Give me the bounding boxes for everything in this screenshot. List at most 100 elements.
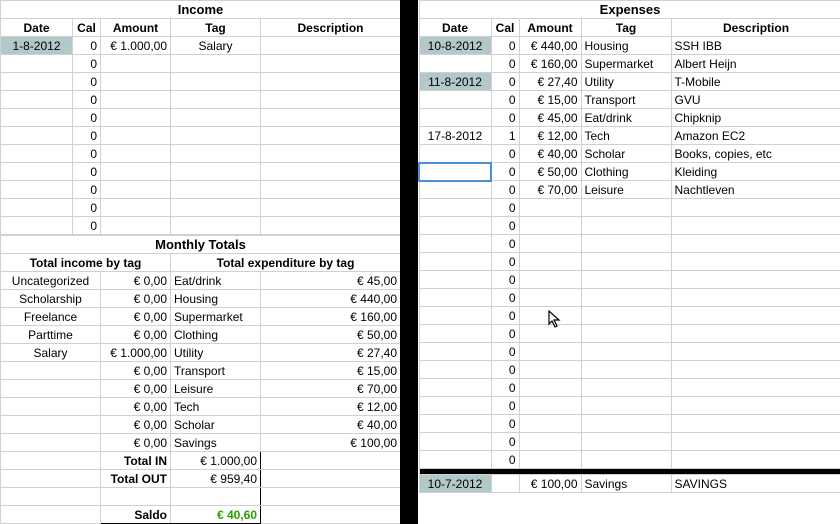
cell[interactable] [419, 397, 491, 415]
income-table[interactable]: IncomeDateCalAmountTagDescription1-8-201… [0, 0, 401, 235]
cell[interactable] [101, 181, 171, 199]
cell[interactable]: Eat/drink [581, 109, 671, 127]
cell[interactable] [671, 253, 840, 271]
cell[interactable]: € 27,40 [519, 73, 581, 91]
cell[interactable] [171, 127, 261, 145]
cell[interactable] [171, 55, 261, 73]
cell[interactable]: € 160,00 [519, 55, 581, 73]
cell[interactable] [171, 217, 261, 235]
cell[interactable]: 0 [73, 217, 101, 235]
col-cal[interactable]: Cal [73, 19, 101, 37]
cell[interactable]: 0 [491, 451, 519, 469]
cell[interactable] [671, 217, 840, 235]
cell[interactable]: € 1.000,00 [101, 344, 171, 362]
cell[interactable]: € 0,00 [101, 362, 171, 380]
cell[interactable] [1, 217, 73, 235]
cell[interactable] [419, 451, 491, 469]
cell[interactable] [1, 127, 73, 145]
cell[interactable] [1, 506, 101, 524]
cell[interactable]: € 0,00 [101, 290, 171, 308]
cell[interactable] [581, 379, 671, 397]
cell[interactable]: 0 [491, 163, 519, 181]
cell[interactable] [101, 199, 171, 217]
cell[interactable] [581, 361, 671, 379]
cell[interactable]: 0 [73, 127, 101, 145]
cell[interactable]: Scholar [581, 145, 671, 163]
cell[interactable]: Chipknip [671, 109, 840, 127]
col-tag[interactable]: Tag [171, 19, 261, 37]
cell[interactable] [419, 235, 491, 253]
cell[interactable] [581, 343, 671, 361]
cell[interactable] [261, 73, 401, 91]
active-cell[interactable] [419, 163, 491, 181]
cell[interactable]: € 0,00 [101, 380, 171, 398]
cell[interactable] [519, 379, 581, 397]
cell[interactable] [419, 379, 491, 397]
cell[interactable]: Freelance [1, 308, 101, 326]
cell[interactable] [171, 488, 261, 506]
cell[interactable]: Utility [171, 344, 261, 362]
cell[interactable]: 0 [491, 271, 519, 289]
expenses-table[interactable]: ExpensesDateCalAmountTagDescription10-8-… [418, 0, 840, 493]
cell[interactable]: 0 [491, 199, 519, 217]
cell[interactable] [1, 452, 101, 470]
cell[interactable]: € 50,00 [261, 326, 401, 344]
cell[interactable]: 0 [73, 199, 101, 217]
cell[interactable] [581, 415, 671, 433]
cell[interactable] [671, 379, 840, 397]
cell[interactable] [519, 271, 581, 289]
cell[interactable] [419, 289, 491, 307]
cell[interactable] [261, 199, 401, 217]
cell[interactable]: Housing [171, 290, 261, 308]
cell[interactable]: SSH IBB [671, 37, 840, 55]
cell[interactable]: 0 [491, 73, 519, 91]
cell[interactable]: Amazon EC2 [671, 127, 840, 145]
cell[interactable] [519, 253, 581, 271]
cell[interactable] [1, 73, 73, 91]
cell[interactable]: Leisure [171, 380, 261, 398]
col-cal[interactable]: Cal [491, 19, 519, 37]
cell[interactable]: T-Mobile [671, 73, 840, 91]
cell[interactable] [1, 362, 101, 380]
cell[interactable]: € 100,00 [519, 475, 581, 493]
cell[interactable] [419, 181, 491, 199]
cell[interactable] [419, 145, 491, 163]
cell[interactable] [519, 199, 581, 217]
col-description[interactable]: Description [671, 19, 840, 37]
cell[interactable]: 11-8-2012 [419, 73, 491, 91]
cell[interactable] [261, 488, 401, 506]
cell[interactable]: 0 [73, 37, 101, 55]
cell[interactable]: € 45,00 [261, 272, 401, 290]
cell[interactable] [581, 199, 671, 217]
cell[interactable]: € 15,00 [519, 91, 581, 109]
cell[interactable] [419, 361, 491, 379]
cell[interactable] [581, 289, 671, 307]
cell[interactable] [261, 91, 401, 109]
cell[interactable]: € 0,00 [101, 308, 171, 326]
cell[interactable]: SAVINGS [671, 475, 840, 493]
cell[interactable]: GVU [671, 91, 840, 109]
cell[interactable]: 0 [491, 91, 519, 109]
cell[interactable] [581, 271, 671, 289]
cell[interactable] [171, 109, 261, 127]
cell[interactable] [519, 451, 581, 469]
cell[interactable]: 1-8-2012 [1, 37, 73, 55]
cell[interactable]: € 27,40 [261, 344, 401, 362]
cell[interactable] [519, 433, 581, 451]
cell[interactable]: 17-8-2012 [419, 127, 491, 145]
cell[interactable]: Clothing [171, 326, 261, 344]
cell[interactable]: 0 [73, 163, 101, 181]
cell[interactable]: Nachtleven [671, 181, 840, 199]
cell[interactable] [419, 271, 491, 289]
cell[interactable]: Salary [1, 344, 101, 362]
col-amount[interactable]: Amount [519, 19, 581, 37]
cell[interactable]: Savings [581, 475, 671, 493]
cell[interactable]: Eat/drink [171, 272, 261, 290]
cell[interactable]: 0 [73, 91, 101, 109]
cell[interactable] [581, 235, 671, 253]
cell[interactable]: € 70,00 [519, 181, 581, 199]
cell[interactable]: 0 [491, 343, 519, 361]
cell[interactable]: 0 [73, 145, 101, 163]
cell[interactable]: € 70,00 [261, 380, 401, 398]
cell[interactable] [101, 91, 171, 109]
